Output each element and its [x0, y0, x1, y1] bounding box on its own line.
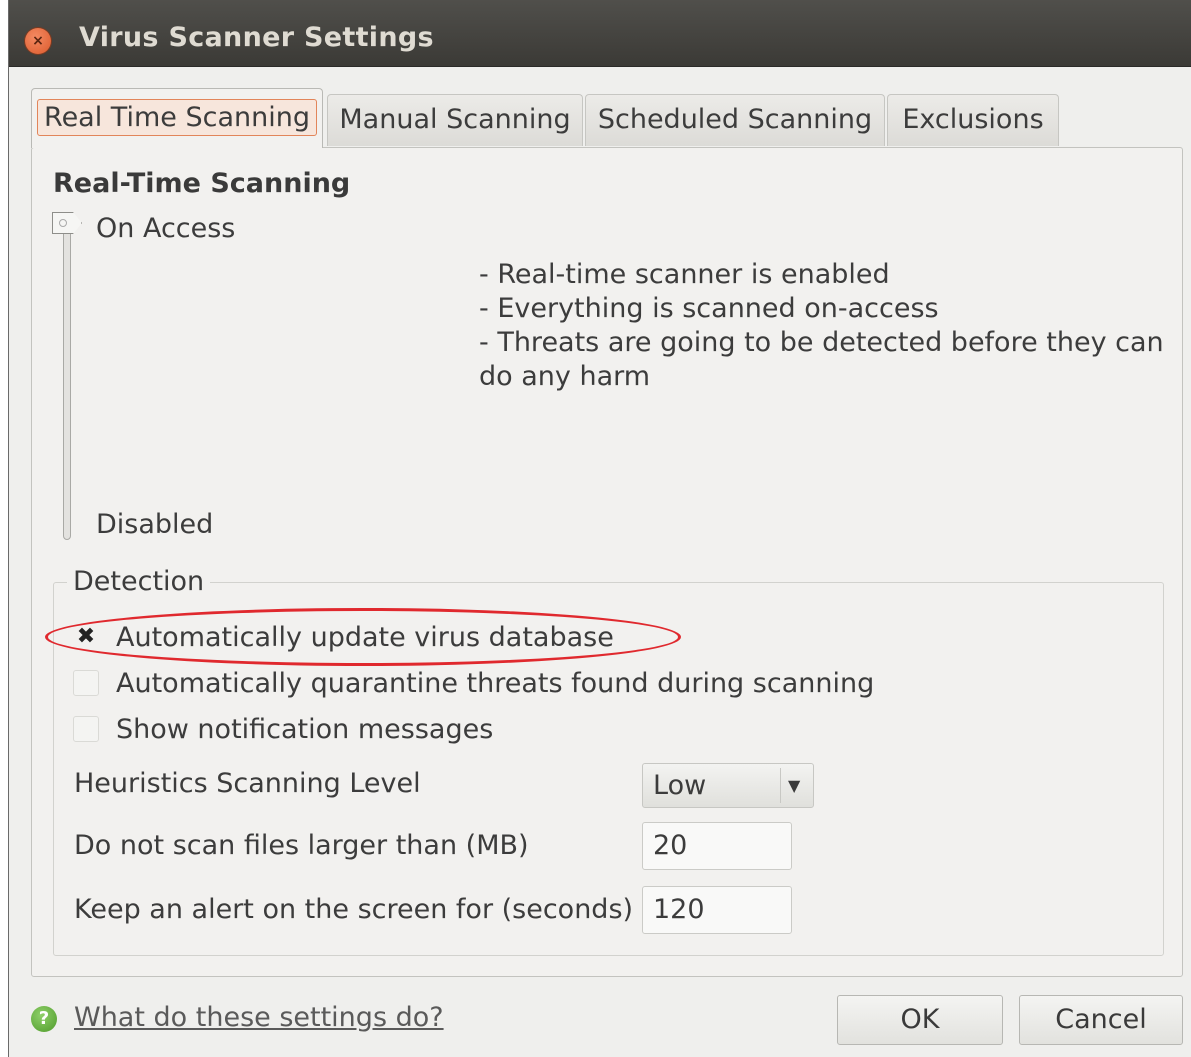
description-line: do any harm: [479, 361, 651, 392]
tab-scheduled-scanning[interactable]: Scheduled Scanning: [585, 94, 885, 146]
notifications-checkbox[interactable]: [73, 716, 99, 742]
chevron-down-icon[interactable]: ▼: [788, 764, 800, 807]
tab-label: Exclusions: [902, 104, 1044, 135]
ok-button[interactable]: OK: [837, 995, 1003, 1045]
window-title: Virus Scanner Settings: [79, 22, 434, 53]
tab-manual-scanning[interactable]: Manual Scanning: [327, 94, 583, 146]
select-value: Low: [653, 770, 707, 801]
description-line: - Everything is scanned on-access: [479, 293, 939, 324]
close-icon[interactable]: ×: [25, 28, 51, 54]
auto-quarantine-checkbox[interactable]: [73, 670, 99, 696]
description-line: - Threats are going to be detected befor…: [479, 327, 1164, 358]
heuristics-label: Heuristics Scanning Level: [74, 768, 421, 799]
alert-duration-label: Keep an alert on the screen for (seconds…: [74, 894, 634, 925]
max-file-size-label: Do not scan files larger than (MB): [74, 830, 529, 861]
slider-level-disabled: Disabled: [96, 509, 214, 540]
checkbox-label: Show notification messages: [116, 714, 494, 745]
tab-exclusions[interactable]: Exclusions: [887, 94, 1059, 146]
tab-label: Scheduled Scanning: [597, 104, 873, 135]
tab-real-time-scanning[interactable]: Real Time Scanning: [31, 88, 323, 148]
highlight-ellipse: [45, 608, 681, 666]
description-line: - Real-time scanner is enabled: [479, 259, 890, 290]
section-title: Real-Time Scanning: [53, 168, 351, 199]
checkbox-label: Automatically quarantine threats found d…: [116, 668, 875, 699]
tab-label: Manual Scanning: [339, 104, 571, 135]
level-description: - Real-time scanner is enabled - Everyth…: [479, 258, 1179, 394]
slider-grip-icon: [59, 219, 67, 227]
tab-label: Real Time Scanning: [37, 99, 317, 136]
max-file-size-input[interactable]: 20: [642, 822, 792, 870]
protection-level-slider-track[interactable]: [63, 226, 71, 540]
alert-duration-input[interactable]: 120: [642, 886, 792, 934]
cancel-button[interactable]: Cancel: [1019, 995, 1183, 1045]
help-link[interactable]: What do these settings do?: [74, 1002, 444, 1033]
settings-window: × Virus Scanner Settings Real Time Scann…: [8, 0, 1191, 1057]
select-divider: [780, 768, 781, 803]
help-icon[interactable]: ?: [31, 1006, 57, 1032]
heuristics-level-select[interactable]: Low ▼: [642, 763, 814, 808]
title-bar: × Virus Scanner Settings: [9, 0, 1191, 67]
detection-legend: Detection: [67, 566, 211, 597]
slider-level-on-access: On Access: [96, 213, 236, 244]
